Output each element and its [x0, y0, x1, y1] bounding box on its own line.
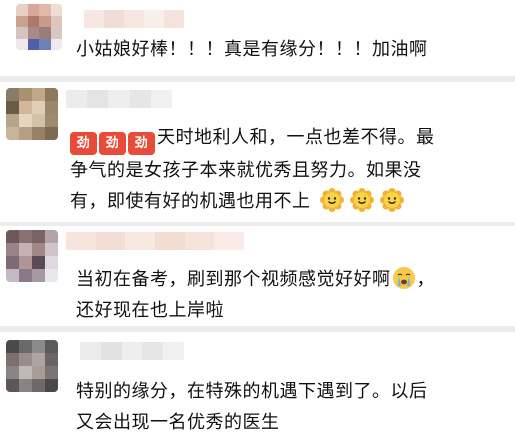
comment-text-line: 小姑娘好棒！！！真是有缘分！！！加油啊 — [76, 39, 428, 60]
avatar[interactable] — [6, 88, 58, 140]
comment-text-line: 当初在备考，刷到那个视频感觉好好啊 — [76, 269, 391, 290]
smile-flower-icon — [319, 188, 344, 212]
comment-card: 小姑娘好棒！！！真是有缘分！！！加油啊 — [0, 0, 515, 76]
username-blurred[interactable] — [66, 232, 244, 250]
crying-face-icon — [392, 266, 416, 290]
comment-card: 特别的缘分，在特殊的机遇下遇到了。以后 又会出现一名优秀的医生 — [0, 332, 515, 440]
avatar[interactable] — [16, 4, 62, 50]
comment-text: 劲劲劲天时地利人和，一点也差不得。最 争气的是女孩子本来就优秀且努力。如果没 有… — [70, 122, 501, 217]
comment-text: 当初在备考，刷到那个视频感觉好好啊 ， 还好现在也上岸啦 — [76, 264, 501, 326]
comment-text: 特别的缘分，在特殊的机遇下遇到了。以后 又会出现一名优秀的医生 — [76, 376, 501, 438]
comment-text-line: 有，即使有好的机遇也用不上 — [70, 191, 311, 212]
comment-text-line: ， — [416, 269, 435, 290]
smile-flower-icon — [379, 188, 404, 212]
comment-text-line: 又会出现一名优秀的医生 — [76, 412, 280, 433]
avatar[interactable] — [6, 340, 58, 392]
reaction-badge: 劲 — [70, 132, 97, 155]
comment-card: 劲劲劲天时地利人和，一点也差不得。最 争气的是女孩子本来就优秀且努力。如果没 有… — [0, 82, 515, 222]
username-blurred[interactable] — [80, 342, 184, 360]
avatar[interactable] — [6, 230, 58, 282]
comment-card: 当初在备考，刷到那个视频感觉好好啊 ， 还好现在也上岸啦 — [0, 226, 515, 326]
reaction-badge: 劲 — [99, 132, 126, 155]
comment-text-line: 特别的缘分，在特殊的机遇下遇到了。以后 — [76, 381, 428, 402]
comment-text-line: 天时地利人和，一点也差不得。最 — [157, 127, 435, 148]
username-blurred[interactable] — [84, 10, 184, 28]
comment-text-line: 还好现在也上岸啦 — [76, 300, 224, 321]
comment-text-line: 争气的是女孩子本来就优秀且努力。如果没 — [70, 160, 422, 181]
smile-flower-icon — [349, 188, 374, 212]
username-blurred[interactable] — [66, 90, 172, 108]
comment-feed: 小姑娘好棒！！！真是有缘分！！！加油啊 劲劲劲天时地利人和，一点也差不得。最 争… — [0, 0, 515, 440]
comment-text: 小姑娘好棒！！！真是有缘分！！！加油啊 — [76, 34, 501, 65]
reaction-badge: 劲 — [128, 132, 155, 155]
